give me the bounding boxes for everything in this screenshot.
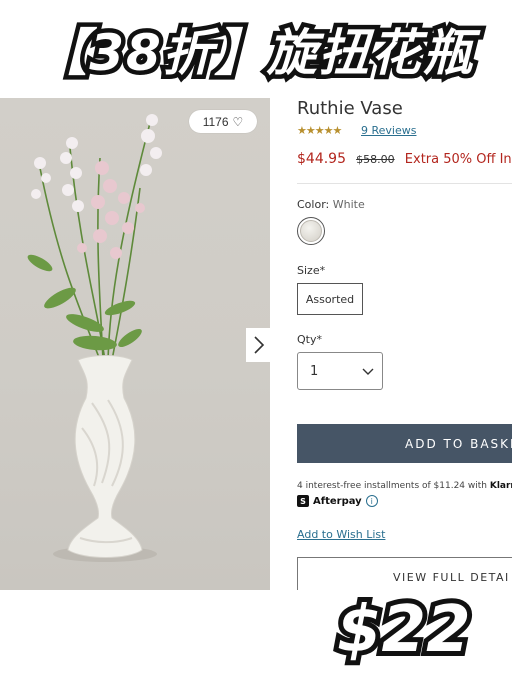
product-image[interactable]: 1176 ♡	[0, 98, 270, 590]
next-image-button[interactable]	[246, 328, 272, 362]
afterpay-logo-icon: S	[297, 495, 309, 507]
qty-label: Qty*	[297, 333, 322, 346]
color-label: Color: White	[297, 198, 365, 211]
promo-banner: 【38折】旋扭花瓶	[0, 0, 512, 98]
likes-count: 1176	[202, 114, 229, 129]
klarna-logo[interactable]: Klarn	[490, 481, 512, 491]
banner-title: 【38折】旋扭花瓶	[33, 20, 478, 87]
afterpay-row: S Afterpay i	[297, 495, 378, 507]
add-to-wishlist-link[interactable]: Add to Wish List	[297, 528, 385, 541]
rating-stars: ★★★★★	[297, 124, 342, 137]
chevron-right-icon	[254, 336, 265, 354]
likes-badge[interactable]: 1176 ♡	[189, 110, 257, 133]
add-to-basket-button[interactable]: ADD TO BASKET	[297, 424, 512, 463]
size-option-assorted[interactable]: Assorted	[297, 283, 363, 315]
overlay-price: $22	[332, 588, 476, 672]
color-label-text: Color:	[297, 198, 330, 211]
chevron-down-icon	[362, 368, 374, 375]
swatch-fill	[300, 220, 322, 242]
info-icon[interactable]: i	[365, 495, 378, 507]
heart-icon: ♡	[232, 114, 244, 129]
promo-text: Extra 50% Off In Ca	[404, 152, 512, 167]
sale-price: $44.95	[297, 151, 346, 167]
divider	[297, 183, 512, 184]
vase-photo	[27, 114, 162, 562]
product-title: Ruthie Vase	[297, 98, 403, 119]
qty-value: 1	[310, 363, 319, 379]
qty-select[interactable]: 1	[297, 352, 383, 390]
price-row: $44.95 $58.00 Extra 50% Off In Ca	[297, 151, 512, 167]
installments-copy: 4 interest-free installments of $11.24 w…	[297, 481, 487, 491]
afterpay-label: Afterpay	[313, 495, 362, 507]
installments-text: 4 interest-free installments of $11.24 w…	[297, 481, 512, 491]
color-swatch-white[interactable]	[297, 217, 325, 245]
color-value: White	[332, 198, 365, 211]
original-price: $58.00	[356, 153, 395, 166]
reviews-link[interactable]: 9 Reviews	[361, 124, 416, 137]
size-label: Size*	[297, 264, 326, 277]
